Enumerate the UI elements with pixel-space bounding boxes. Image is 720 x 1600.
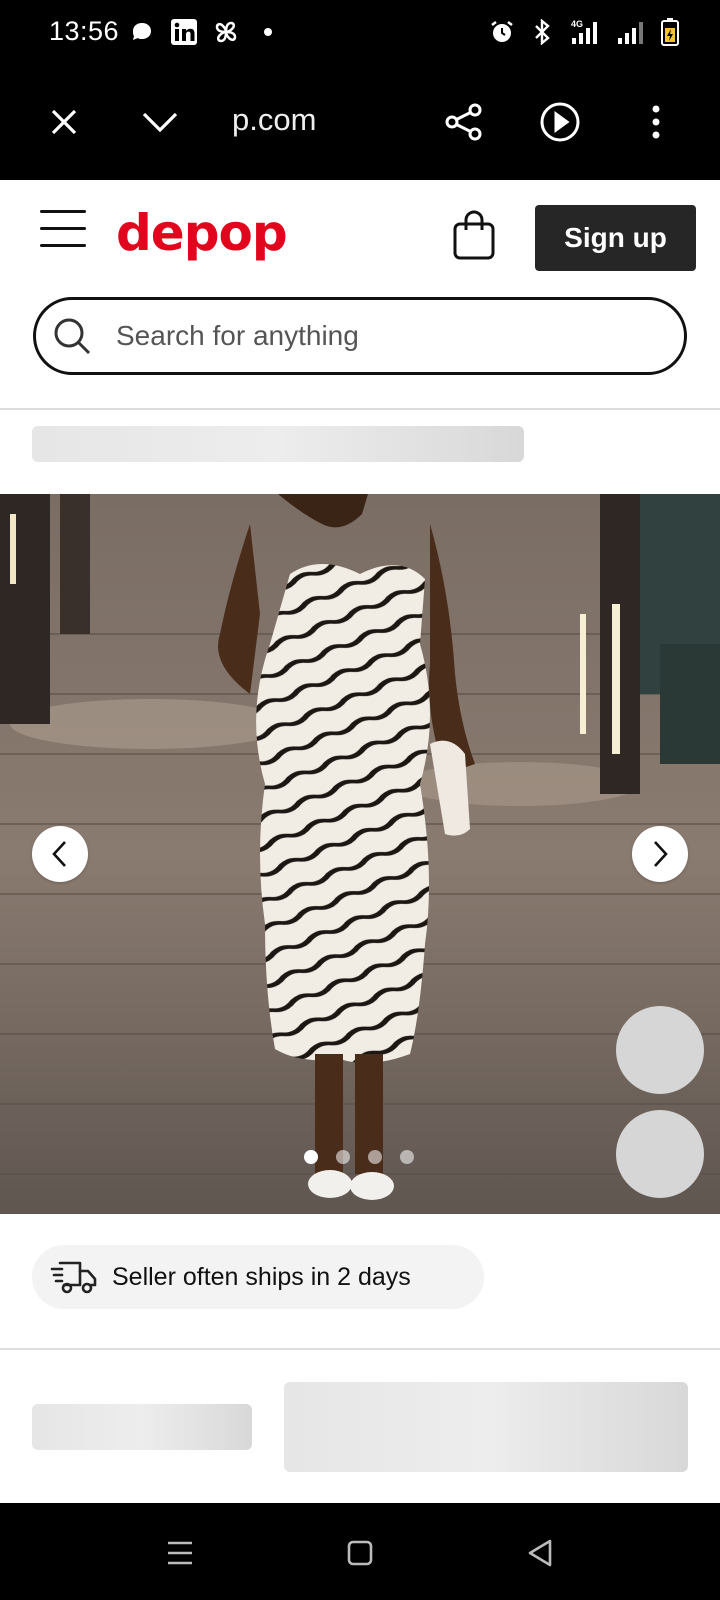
title-skeleton: [32, 426, 524, 462]
floating-action-button[interactable]: [616, 1006, 704, 1094]
bluetooth-icon: [528, 18, 556, 46]
site-header: depop Sign up: [0, 180, 720, 290]
pinwheel-icon: [212, 18, 240, 46]
back-icon[interactable]: [518, 1531, 562, 1575]
close-icon[interactable]: [38, 96, 90, 148]
price-skeleton: [32, 1404, 252, 1450]
carousel-dot[interactable]: [336, 1150, 350, 1164]
network-type-label: 4G: [571, 19, 583, 29]
system-navigation-bar: [0, 1503, 720, 1600]
section-divider: [0, 1348, 720, 1350]
4g-signal-icon: 4G: [568, 18, 604, 46]
status-bar: 13:56 4G: [0, 0, 720, 66]
share-icon[interactable]: [438, 96, 490, 148]
status-time: 13:56: [49, 16, 120, 46]
signal-icon: [616, 18, 648, 46]
shipping-badge: Seller often ships in 2 days: [32, 1245, 484, 1309]
alarm-icon: [488, 18, 516, 46]
search-icon: [52, 316, 94, 358]
delivery-truck-icon: [50, 1257, 98, 1297]
shopping-bag-icon[interactable]: [450, 210, 500, 262]
product-image[interactable]: [0, 494, 720, 1214]
chevron-left-icon: [52, 841, 66, 867]
home-icon[interactable]: [338, 1531, 382, 1575]
header-divider: [0, 408, 720, 410]
chevron-right-icon: [654, 841, 668, 867]
search-bar[interactable]: [33, 297, 687, 375]
dot-icon: [254, 18, 282, 46]
shipping-text: Seller often ships in 2 days: [112, 1262, 411, 1291]
carousel-dots: [304, 1150, 414, 1164]
search-input[interactable]: [116, 300, 656, 372]
chevron-down-icon[interactable]: [134, 96, 186, 148]
url-text[interactable]: p.com: [232, 102, 342, 138]
play-icon[interactable]: [534, 96, 586, 148]
sign-up-button[interactable]: Sign up: [535, 205, 696, 271]
carousel-prev-button[interactable]: [32, 826, 88, 882]
battery-icon: [660, 18, 680, 46]
threads-icon: [128, 18, 156, 46]
browser-toolbar: p.com: [0, 66, 720, 180]
recent-apps-icon[interactable]: [158, 1531, 202, 1575]
carousel-dot[interactable]: [304, 1150, 318, 1164]
more-icon[interactable]: [630, 96, 682, 148]
action-button-skeleton: [284, 1382, 688, 1472]
carousel-next-button[interactable]: [632, 826, 688, 882]
depop-logo[interactable]: depop: [116, 204, 288, 262]
floating-action-button[interactable]: [616, 1110, 704, 1198]
linkedin-icon: [170, 18, 198, 46]
carousel-dot[interactable]: [400, 1150, 414, 1164]
hamburger-menu-icon[interactable]: [40, 210, 86, 250]
carousel-dot[interactable]: [368, 1150, 382, 1164]
